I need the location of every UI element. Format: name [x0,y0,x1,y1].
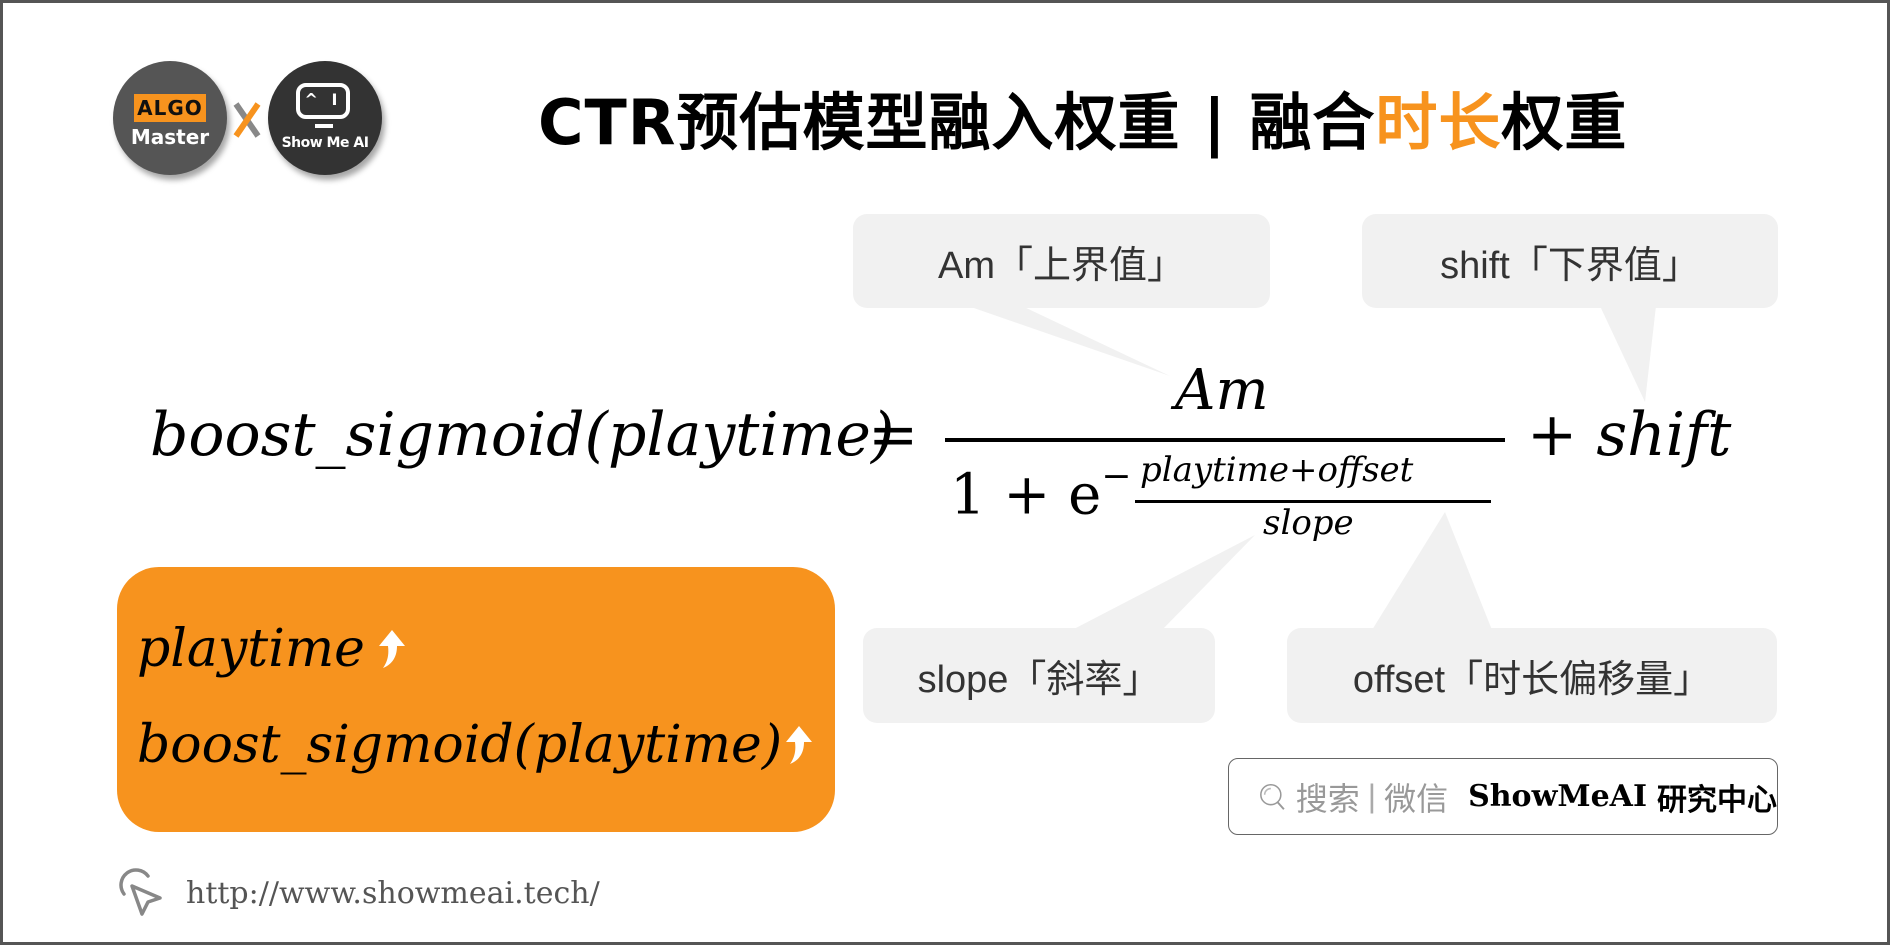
footer-link[interactable]: http://www.showmeai.tech/ [118,868,600,918]
denominator-base: 1 + e [950,462,1102,528]
brand-name: ShowMeAI [1468,779,1647,814]
formula-shift: shift [1596,400,1732,470]
title-prefix: CTR预估模型融入权重 | 融合 [538,86,1376,159]
cross-icon [233,102,261,138]
search-icon [1260,783,1285,810]
showmeai-logo: ^ I Show Me AI [268,61,382,175]
wechat-hint: 微信 [1384,779,1449,818]
formula-equals: = [868,400,919,470]
algo-badge: ALGO [134,94,206,122]
brand-suffix: 研究中心 [1657,782,1777,818]
formula-denominator: 1 + e− [950,456,1131,528]
formula-shift-term: + shift [1527,400,1731,470]
callout-offset: offset「时长偏移量」 [1287,628,1777,723]
monitor-icon: ^ I [296,83,350,119]
cursor-click-icon [119,868,162,916]
algo-master-logo: ALGO Master [113,61,227,175]
monitor-ai-text: ^ I [304,90,342,109]
title-suffix: 权重 [1501,86,1628,159]
page-title: CTR预估模型融入权重 | 融合时长权重 [538,72,1627,162]
trend-line-boost: boost_sigmoid(playtime) [137,715,814,775]
footer-url[interactable]: http://www.showmeai.tech/ [186,876,600,911]
trend-label-playtime: playtime [137,619,365,679]
search-separator: | [1367,778,1377,814]
wechat-search-box: 搜索 | 微信 ShowMeAI 研究中心 [1228,758,1778,835]
up-arrow-icon [786,726,813,764]
callout-shift: shift「下界值」 [1362,214,1778,308]
trend-line-playtime: playtime [137,619,407,679]
search-hint: 搜索 [1295,779,1360,818]
up-arrow-icon [378,630,405,668]
algo-master-label: Master [130,125,210,149]
exponent-denominator: slope [1263,503,1354,543]
exponent-numerator: playtime+offset [1140,450,1414,490]
exponent-sign: − [1101,456,1132,497]
formula-lhs: boost_sigmoid(playtime) [150,400,895,470]
title-accent: 时长 [1375,86,1502,159]
showmeai-logo-name: Show Me AI [281,135,369,151]
trend-box: playtime boost_sigmoid(playtime) [117,567,835,832]
formula-fraction-bar [945,438,1505,442]
callout-slope: slope「斜率」 [863,628,1215,723]
trend-label-boost: boost_sigmoid(playtime) [137,715,783,775]
callout-am: Am「上界值」 [853,214,1270,308]
formula-numerator: Am [1175,358,1269,423]
formula-plus: + [1527,400,1578,470]
monitor-stand [315,124,333,128]
